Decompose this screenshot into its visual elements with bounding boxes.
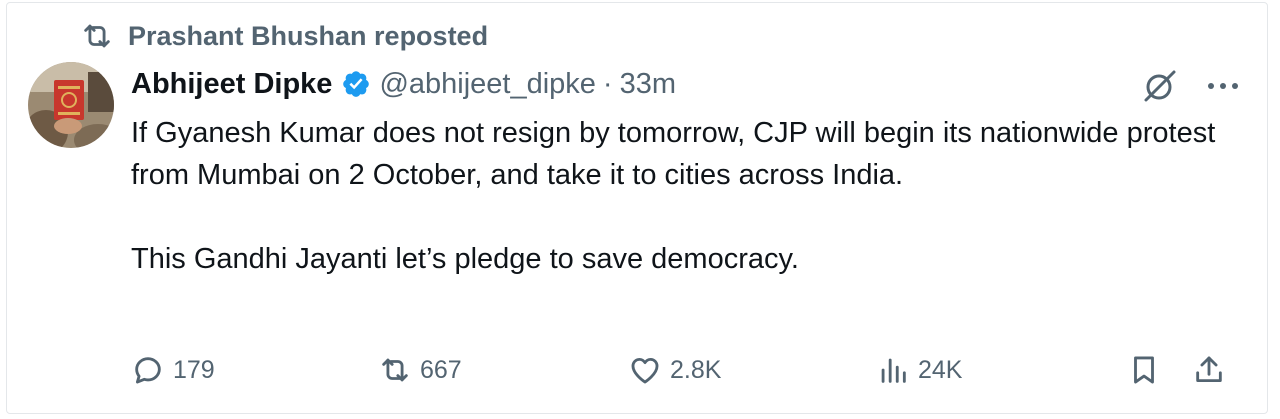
views-button[interactable]: 24K xyxy=(876,350,962,390)
bookmark-button[interactable] xyxy=(1127,350,1161,390)
repost-count: 667 xyxy=(420,355,462,384)
action-bar: 179 667 2.8K 24K xyxy=(0,350,1280,390)
separator-dot: · xyxy=(602,67,613,100)
like-count: 2.8K xyxy=(670,355,722,384)
repost-icon xyxy=(84,24,110,48)
timestamp[interactable]: 33m xyxy=(620,68,676,101)
tweet-text: If Gyanesh Kumar does not resign by tomo… xyxy=(131,112,1241,280)
views-icon xyxy=(881,358,906,383)
share-icon xyxy=(1196,356,1222,383)
repost-icon xyxy=(382,358,408,382)
tweet-top-actions xyxy=(1140,66,1240,106)
heart-icon xyxy=(631,357,659,384)
repost-context[interactable]: Prashant Bhushan reposted xyxy=(80,18,488,54)
share-button[interactable] xyxy=(1192,350,1226,390)
more-icon[interactable] xyxy=(1206,80,1240,92)
reply-button[interactable]: 179 xyxy=(131,350,215,390)
verified-badge-icon xyxy=(343,71,370,97)
views-count: 24K xyxy=(918,355,963,384)
bookmark-icon xyxy=(1134,356,1154,384)
author-handle[interactable]: @abhijeet_dipke xyxy=(379,68,595,101)
repost-button[interactable]: 667 xyxy=(378,350,462,390)
tweet-paragraph: This Gandhi Jayanti let’s pledge to save… xyxy=(131,243,799,275)
author-name[interactable]: Abhijeet Dipke xyxy=(131,68,332,101)
repost-label: Prashant Bhushan reposted xyxy=(128,20,489,51)
reply-icon xyxy=(135,357,161,384)
like-button[interactable]: 2.8K xyxy=(628,350,721,390)
avatar[interactable] xyxy=(28,62,114,148)
tweet-paragraph: If Gyanesh Kumar does not resign by tomo… xyxy=(131,117,1216,191)
grok-icon[interactable] xyxy=(1140,66,1180,106)
tweet-header: Abhijeet Dipke @abhijeet_dipke · 33m xyxy=(131,64,676,104)
reply-count: 179 xyxy=(173,355,215,384)
